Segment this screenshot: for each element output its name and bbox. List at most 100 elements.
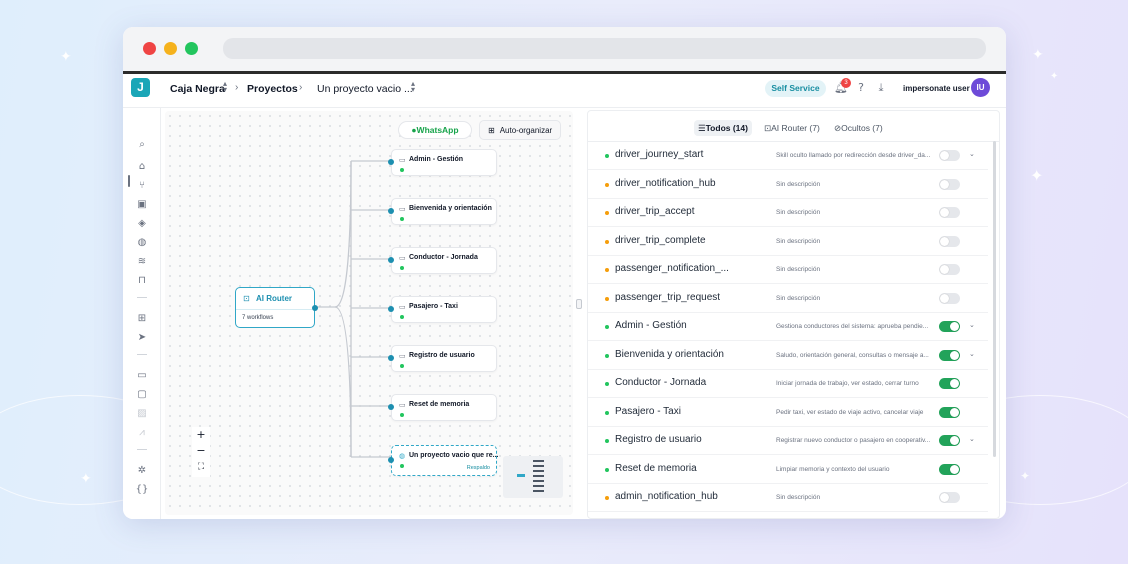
close-window-button[interactable]	[143, 42, 156, 55]
skill-row[interactable]: Reset de memoria Limpiar memoria y contex…	[588, 456, 988, 484]
skill-toggle[interactable]	[939, 150, 960, 161]
fit-view-button[interactable]: ⛶	[192, 460, 210, 474]
auto-organize-button[interactable]: ⊞ Auto-organizar	[479, 120, 561, 140]
tab-ai-router-label: AI Router (7)	[771, 123, 820, 133]
node-input-port[interactable]	[388, 355, 394, 361]
tab-ai-router[interactable]: ⊡AI Router (7)	[764, 120, 820, 136]
tab-all[interactable]: ☰Todos (14)	[694, 120, 752, 136]
scrollbar[interactable]	[993, 141, 996, 457]
skill-toggle[interactable]	[939, 463, 960, 475]
breadcrumb-workspace[interactable]: Caja Negra	[170, 83, 225, 95]
search-icon[interactable]: ⌕	[135, 139, 149, 151]
sparkle-icon: ✦	[1050, 71, 1059, 82]
skill-toggle[interactable]	[939, 435, 960, 446]
skill-row[interactable]: Bienvenida y orientación Saludo, orientac…	[588, 342, 988, 370]
skill-name: driver_trip_complete	[615, 234, 706, 246]
database-icon[interactable]: ≋	[135, 256, 149, 268]
router-output-port[interactable]	[312, 305, 318, 311]
chevron-down-icon[interactable]: ⌄	[969, 150, 975, 158]
skill-row[interactable]: driver_trip_complete Sin descripción	[588, 228, 988, 256]
sidebar-active-indicator	[128, 175, 130, 187]
node-input-port[interactable]	[388, 208, 394, 214]
chevron-down-icon[interactable]: ⌄	[969, 350, 975, 358]
ai-router-node[interactable]: ⊡ AI Router 7 workflows	[235, 287, 318, 328]
avatar[interactable]: IU	[971, 78, 990, 97]
skill-toggle[interactable]	[939, 349, 960, 361]
skill-toggle[interactable]	[939, 264, 960, 275]
tab-hidden[interactable]: ⊘Ocultos (7)	[834, 120, 883, 136]
node-label: Bienvenida y orientación	[409, 205, 492, 212]
connection-lines	[315, 160, 391, 458]
skill-row[interactable]: Admin - Gestión Gestiona conductores del …	[588, 313, 988, 341]
status-dot	[400, 364, 404, 368]
skill-toggle[interactable]	[939, 207, 960, 218]
skill-row[interactable]: Conductor - Jornada Iniciar jornada de tr…	[588, 370, 988, 398]
bag-icon[interactable]: ⊓	[135, 275, 149, 287]
download-icon[interactable]: ⤓	[874, 81, 888, 95]
node-input-port[interactable]	[388, 404, 394, 410]
minimize-window-button[interactable]	[164, 42, 177, 55]
skill-row[interactable]: Pasajero - Taxi Pedir taxi, ver estado de…	[588, 399, 988, 427]
skill-toggle[interactable]	[939, 492, 960, 503]
toggle-knob	[950, 350, 959, 360]
help-icon[interactable]: ?	[854, 81, 868, 95]
workflow-node[interactable]: ▭ Reset de memoria	[388, 394, 497, 421]
workflow-icon[interactable]: ⑂	[135, 180, 149, 192]
code-icon[interactable]: {}	[135, 484, 149, 496]
node-input-port[interactable]	[388, 257, 394, 263]
skill-toggle[interactable]	[939, 235, 960, 247]
chart-icon[interactable]: ⩘	[135, 427, 149, 439]
flow-canvas[interactable]: ●WhatsApp ⊞ Auto-organizar ⊡ AI Router 7 …	[165, 111, 573, 515]
skill-toggle[interactable]	[939, 378, 960, 389]
minimap[interactable]	[503, 456, 563, 498]
panel-resize-handle[interactable]	[576, 299, 582, 309]
node-input-port[interactable]	[388, 457, 394, 463]
monitor-icon[interactable]: ▢	[135, 389, 149, 401]
project-switch-icon[interactable]: ▴ ▾	[411, 80, 415, 94]
self-service-button[interactable]: Self Service	[765, 80, 826, 97]
puzzle-icon[interactable]: ✲	[135, 465, 149, 477]
skill-row[interactable]: Registro de usuario Registrar nuevo condu…	[588, 427, 988, 455]
auto-organize-label: Auto-organizar	[499, 126, 553, 135]
inbox-icon[interactable]: ▭	[135, 370, 149, 382]
skill-row[interactable]: passenger_trip_request Sin descripción	[588, 285, 988, 313]
send-icon[interactable]: ➤	[135, 332, 149, 344]
zoom-in-button[interactable]: +	[192, 428, 210, 442]
skill-row[interactable]: driver_journey_start Skill oculto llamado…	[588, 142, 988, 170]
chat-icon: ▭	[399, 401, 406, 409]
bug-icon[interactable]: ◍	[135, 237, 149, 249]
grid-icon[interactable]: ⊞	[135, 313, 149, 325]
app-logo[interactable]: J	[131, 78, 150, 97]
skill-row[interactable]: driver_notification_hub Sin descripción	[588, 171, 988, 199]
workflow-node[interactable]: ▭ Admin - Gestión	[388, 149, 497, 176]
breadcrumb-project[interactable]: Un proyecto vacio ...	[317, 83, 413, 95]
skill-row[interactable]: driver_trip_accept Sin descripción	[588, 199, 988, 227]
skill-description: Pedir taxi, ver estado de viaje activo, …	[776, 408, 924, 416]
skill-toggle[interactable]	[939, 321, 960, 332]
image-icon[interactable]: ▨	[135, 408, 149, 420]
chevron-down-icon[interactable]: ⌄	[969, 435, 975, 443]
zoom-out-button[interactable]: −	[192, 444, 210, 458]
skill-toggle[interactable]	[939, 406, 960, 418]
whatsapp-channel-button[interactable]: ●WhatsApp	[398, 121, 472, 139]
skill-toggle[interactable]	[939, 292, 960, 304]
home-icon[interactable]: ⌂	[135, 161, 149, 173]
node-input-port[interactable]	[388, 306, 394, 312]
cube-icon[interactable]: ▣	[135, 199, 149, 211]
skill-toggle[interactable]	[939, 178, 960, 190]
workspace-switch-icon[interactable]: ▴ ▾	[223, 80, 227, 94]
chevron-down-icon[interactable]: ⌄	[969, 321, 975, 329]
skill-row[interactable]: admin_notification_hub Sin descripción	[588, 484, 988, 512]
maximize-window-button[interactable]	[185, 42, 198, 55]
node-input-port[interactable]	[388, 159, 394, 165]
skill-row[interactable]: passenger_notification_... Sin descripció…	[588, 256, 988, 284]
fallback-node[interactable]: ◍ Un proyecto vacio que re... Respaldo	[388, 445, 498, 476]
workflow-node[interactable]: ▭ Conductor - Jornada	[388, 247, 497, 274]
address-bar[interactable]	[223, 38, 986, 59]
breadcrumb-section[interactable]: Proyectos	[247, 83, 298, 95]
workflow-node[interactable]: ▭ Bienvenida y orientación	[388, 198, 497, 225]
layers-icon[interactable]: ◈	[135, 218, 149, 230]
workflow-node[interactable]: ▭ Pasajero - Taxi	[388, 296, 497, 323]
user-label[interactable]: impersonate user	[903, 84, 970, 93]
workflow-node[interactable]: ▭ Registro de usuario	[388, 345, 497, 372]
